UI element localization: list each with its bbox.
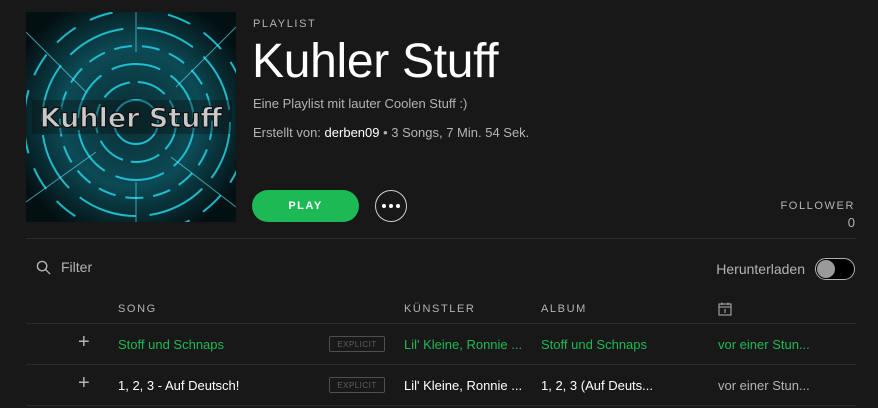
download-control: Herunterladen bbox=[716, 258, 855, 280]
cover-logo-text: Kuhler Stuff bbox=[40, 103, 224, 134]
album-link[interactable]: Stoff und Schnaps bbox=[541, 337, 701, 352]
song-title: Stoff und Schnaps bbox=[118, 337, 225, 352]
play-button[interactable]: PLAY bbox=[252, 190, 359, 222]
artist-link[interactable]: Lil' Kleine, Ronnie ... bbox=[404, 337, 532, 352]
artist-link[interactable]: Lil' Kleine, Ronnie ... bbox=[404, 378, 532, 393]
owner-link[interactable]: derben09 bbox=[325, 125, 380, 140]
explicit-badge: EXPLICIT bbox=[329, 336, 385, 352]
search-icon bbox=[36, 260, 51, 275]
table-header: SONG KÜNSTLER ALBUM bbox=[0, 302, 878, 319]
playlist-cover-image: Kuhler Stuff bbox=[26, 12, 236, 222]
header-divider bbox=[26, 238, 856, 239]
download-label: Herunterladen bbox=[716, 261, 805, 277]
date-added: vor einer Stun... bbox=[718, 378, 810, 393]
download-toggle[interactable] bbox=[815, 258, 855, 280]
playlist-meta: Erstellt von: derben09 • 3 Songs, 7 Min.… bbox=[253, 125, 529, 140]
followers-count: 0 bbox=[847, 215, 855, 230]
playlist-type-label: PLAYLIST bbox=[253, 18, 317, 30]
add-icon[interactable]: + bbox=[78, 331, 90, 354]
add-icon[interactable]: + bbox=[78, 372, 90, 395]
table-row[interactable]: + Stoff und Schnaps EXPLICIT Lil' Kleine… bbox=[26, 324, 856, 365]
toggle-knob bbox=[817, 260, 835, 278]
date-added: vor einer Stun... bbox=[718, 337, 810, 352]
song-title: 1, 2, 3 - Auf Deutsch! bbox=[118, 378, 240, 393]
album-link[interactable]: 1, 2, 3 (Auf Deuts... bbox=[541, 378, 701, 393]
filter-input[interactable]: Filter bbox=[36, 259, 92, 275]
table-row[interactable]: + 1, 2, 3 - Auf Deutsch! EXPLICIT Lil' K… bbox=[26, 365, 856, 406]
column-header-album[interactable]: ALBUM bbox=[541, 303, 587, 315]
more-options-button[interactable] bbox=[375, 190, 407, 222]
playlist-summary: • 3 Songs, 7 Min. 54 Sek. bbox=[379, 125, 530, 140]
calendar-icon[interactable] bbox=[718, 302, 732, 319]
more-dots-icon bbox=[382, 204, 400, 208]
playlist-title: Kuhler Stuff bbox=[252, 35, 499, 88]
created-by-label: Erstellt von: bbox=[253, 125, 321, 140]
explicit-badge: EXPLICIT bbox=[329, 377, 385, 393]
column-header-song[interactable]: SONG bbox=[118, 303, 157, 315]
followers-label: FOLLOWER bbox=[780, 200, 855, 212]
filter-placeholder: Filter bbox=[61, 259, 93, 275]
playlist-description: Eine Playlist mit lauter Coolen Stuff :) bbox=[253, 96, 468, 111]
column-header-artist[interactable]: KÜNSTLER bbox=[404, 303, 475, 315]
